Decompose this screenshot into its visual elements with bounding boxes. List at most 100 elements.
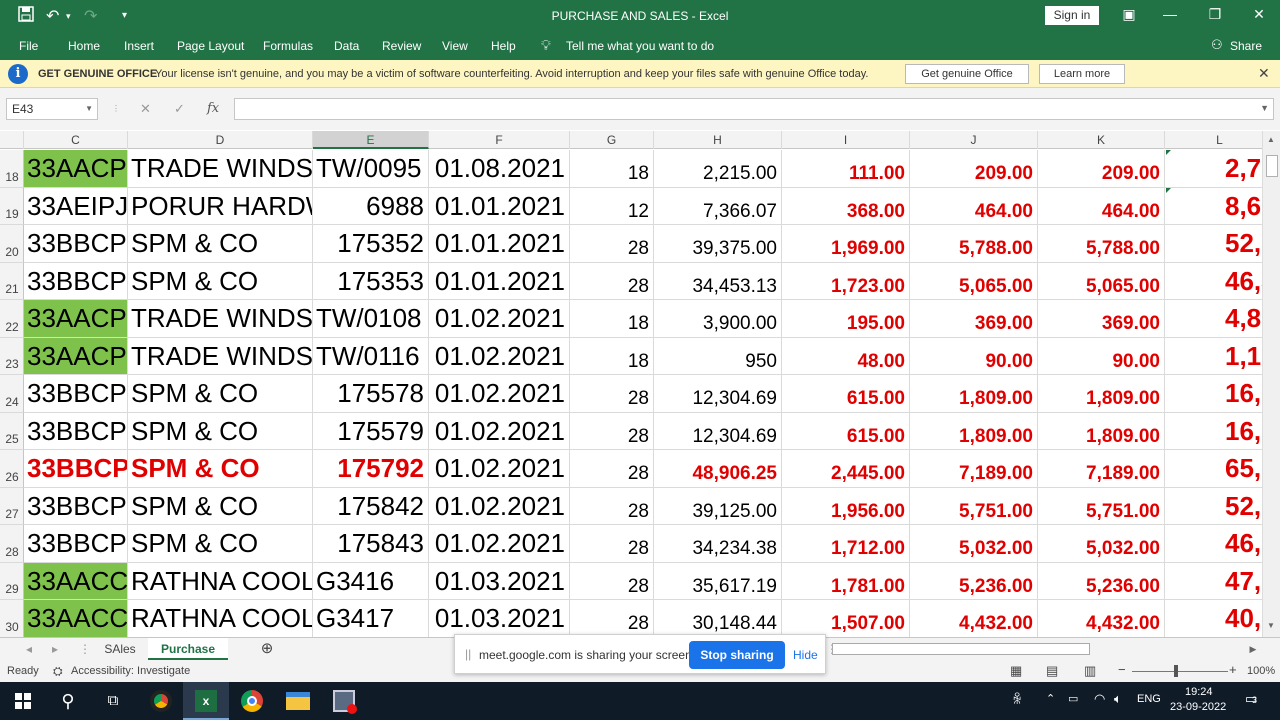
stop-sharing-button[interactable]: Stop sharing [689, 641, 785, 669]
cell-k[interactable]: 209.00 [1038, 150, 1165, 188]
cell-l[interactable]: 4,8 [1165, 300, 1262, 338]
cell-l[interactable]: 52,5 [1165, 488, 1262, 525]
normal-view-icon[interactable]: ▦ [1010, 663, 1022, 679]
row-header[interactable]: 23 [0, 337, 24, 375]
cell-j[interactable]: 1,809.00 [910, 375, 1038, 413]
cell-e[interactable]: TW/0095 [313, 150, 429, 188]
cell-g[interactable]: 28 [570, 450, 654, 488]
cell-e[interactable]: 175353 [313, 262, 429, 300]
cell-d[interactable]: RATHNA COOL [128, 562, 313, 600]
cell-k[interactable]: 4,432.00 [1038, 600, 1165, 637]
cell-h[interactable]: 2,215.00 [654, 150, 782, 188]
cell-k[interactable]: 1,809.00 [1038, 412, 1165, 450]
cell-g[interactable]: 28 [570, 600, 654, 637]
scroll-down-icon[interactable]: ▼ [1267, 621, 1275, 630]
task-view-icon[interactable]: ⧉ [90, 682, 136, 720]
tab-view[interactable]: View [442, 39, 468, 53]
cell-h[interactable]: 39,125.00 [654, 487, 782, 525]
add-sheet-icon[interactable]: ⊕ [256, 638, 278, 660]
cell-f[interactable]: 01.02.2021 [429, 337, 570, 375]
maximize-button[interactable]: ❐ [1201, 6, 1229, 23]
chrome-profile-icon[interactable] [138, 682, 184, 720]
cell-c[interactable]: 33AEIPJ5 [24, 187, 128, 225]
cell-f[interactable]: 01.02.2021 [429, 300, 570, 338]
cell-l[interactable]: 46,0 [1165, 525, 1262, 563]
row-header[interactable]: 20 [0, 225, 24, 263]
cell-i[interactable]: 615.00 [782, 375, 910, 413]
tab-formulas[interactable]: Formulas [263, 39, 313, 53]
vertical-scrollbar[interactable]: ▲ ▼ [1262, 131, 1280, 637]
cell-g[interactable]: 28 [570, 412, 654, 450]
cell-j[interactable]: 369.00 [910, 300, 1038, 338]
cell-g[interactable]: 28 [570, 225, 654, 263]
cell-i[interactable]: 48.00 [782, 337, 910, 375]
enter-icon[interactable]: ✓ [174, 101, 185, 117]
column-header-g[interactable]: G [570, 131, 654, 149]
column-header-k[interactable]: K [1038, 131, 1165, 149]
cell-k[interactable]: 5,236.00 [1038, 562, 1165, 600]
cell-i[interactable]: 1,712.00 [782, 525, 910, 563]
column-header-c[interactable]: C [24, 131, 128, 149]
column-header-l[interactable]: L [1165, 131, 1262, 149]
cell-i[interactable]: 368.00 [782, 187, 910, 225]
cell-k[interactable]: 464.00 [1038, 187, 1165, 225]
column-header-j[interactable]: J [910, 131, 1038, 149]
tab-review[interactable]: Review [382, 39, 421, 53]
cell-f[interactable]: 01.02.2021 [429, 412, 570, 450]
cell-f[interactable]: 01.02.2021 [429, 487, 570, 525]
clock-date[interactable]: 23-09-2022 [1170, 701, 1226, 713]
cell-e[interactable]: TW/0108 [313, 300, 429, 338]
cell-i[interactable]: 1,507.00 [782, 600, 910, 637]
cell-e[interactable]: 175579 [313, 412, 429, 450]
cell-l[interactable]: 40,5 [1165, 600, 1262, 637]
page-layout-view-icon[interactable]: ▤ [1046, 663, 1058, 679]
cell-d[interactable]: TRADE WINDS [128, 150, 313, 188]
cell-l[interactable]: 2,7 [1165, 150, 1262, 188]
search-icon[interactable]: ⚲ [45, 682, 91, 720]
cell-g[interactable]: 28 [570, 525, 654, 563]
cell-f[interactable]: 01.01.2021 [429, 225, 570, 263]
cell-l[interactable]: 46,3 [1165, 263, 1262, 300]
cell-h[interactable]: 35,617.19 [654, 562, 782, 600]
cell-h[interactable]: 3,900.00 [654, 300, 782, 338]
cell-l[interactable]: 52,9 [1165, 225, 1262, 263]
cell-e[interactable]: 175578 [313, 375, 429, 413]
cell-g[interactable]: 28 [570, 375, 654, 413]
recorder-app-icon[interactable] [321, 682, 367, 720]
show-hidden-icons-icon[interactable]: ⌃ [1046, 692, 1055, 705]
excel-taskbar-icon[interactable]: x [183, 682, 229, 720]
cell-h[interactable]: 7,366.07 [654, 187, 782, 225]
tell-me-search[interactable]: Tell me what you want to do [566, 39, 714, 53]
cell-d[interactable]: SPM & CO [128, 412, 313, 450]
accessibility-status[interactable]: Accessibility: Investigate [71, 665, 190, 677]
language-indicator[interactable]: ENG [1137, 693, 1161, 705]
cell-h[interactable]: 950 [654, 337, 782, 375]
column-header-i[interactable]: I [782, 131, 910, 149]
cell-e[interactable]: 6988 [313, 187, 429, 225]
cell-d[interactable]: SPM & CO [128, 487, 313, 525]
column-header-f[interactable]: F [429, 131, 570, 149]
name-box[interactable]: E43 ▼ [6, 98, 98, 120]
cell-d[interactable]: PORUR HARDW [128, 187, 313, 225]
cell-k[interactable]: 90.00 [1038, 337, 1165, 375]
row-header[interactable]: 28 [0, 525, 24, 563]
cell-i[interactable]: 1,723.00 [782, 262, 910, 300]
battery-icon[interactable]: ▭ [1068, 692, 1078, 705]
zoom-slider-thumb[interactable] [1174, 665, 1178, 677]
cell-e[interactable]: TW/0116 [313, 337, 429, 375]
cell-g[interactable]: 18 [570, 337, 654, 375]
row-header[interactable]: 24 [0, 375, 24, 413]
expand-formula-bar-icon[interactable]: ▼ [1260, 103, 1269, 113]
row-header[interactable]: 19 [0, 187, 24, 225]
cell-i[interactable]: 2,445.00 [782, 450, 910, 488]
tab-page-layout[interactable]: Page Layout [177, 39, 244, 53]
row-header[interactable]: 26 [0, 450, 24, 488]
chevron-down-icon[interactable]: ▼ [85, 99, 93, 119]
cell-k[interactable]: 1,809.00 [1038, 375, 1165, 413]
tab-file[interactable]: File [19, 39, 38, 53]
cell-g[interactable]: 28 [570, 487, 654, 525]
cell-i[interactable]: 1,969.00 [782, 225, 910, 263]
cell-d[interactable]: SPM & CO [128, 450, 313, 488]
cell-c[interactable]: 33BBCPS [24, 225, 128, 263]
cell-h[interactable]: 12,304.69 [654, 412, 782, 450]
